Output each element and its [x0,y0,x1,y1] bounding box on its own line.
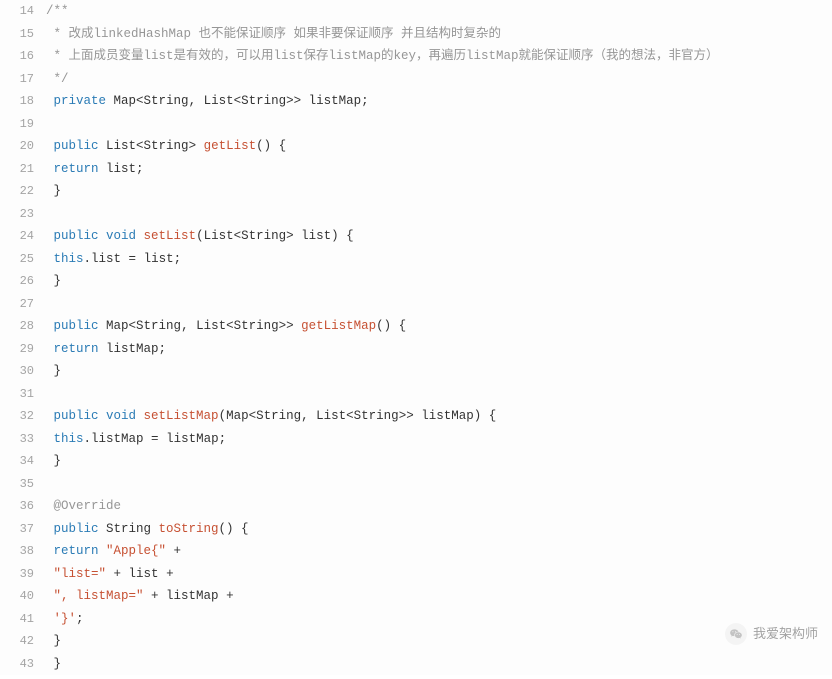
code-line: } [46,630,832,653]
code-line: } [46,270,832,293]
line-number: 30 [0,360,34,383]
line-number: 39 [0,563,34,586]
watermark: 我爱架构师 [725,623,818,646]
line-number: 37 [0,518,34,541]
code-line: public void setList(List<String> list) { [46,225,832,248]
line-number: 20 [0,135,34,158]
line-number: 43 [0,653,34,676]
line-number: 22 [0,180,34,203]
line-number: 24 [0,225,34,248]
watermark-label: 我爱架构师 [753,623,818,646]
code-line: return list; [46,158,832,181]
line-number: 40 [0,585,34,608]
line-number: 33 [0,428,34,451]
line-number: 35 [0,473,34,496]
code-line: @Override [46,495,832,518]
code-line: * 改成linkedHashMap 也不能保证顺序 如果非要保证顺序 并且结构时… [46,23,832,46]
line-number: 25 [0,248,34,271]
wechat-icon [725,623,747,645]
code-line: public void setListMap(Map<String, List<… [46,405,832,428]
code-line: '}'; [46,608,832,631]
line-number: 29 [0,338,34,361]
line-number: 41 [0,608,34,631]
line-number: 19 [0,113,34,136]
line-number: 14 [0,0,34,23]
code-block: 1415161718192021222324252627282930313233… [0,0,832,675]
code-line: */ [46,68,832,91]
code-line: public List<String> getList() { [46,135,832,158]
line-number-gutter: 1415161718192021222324252627282930313233… [0,0,40,675]
line-number: 18 [0,90,34,113]
code-line [46,473,832,496]
line-number: 16 [0,45,34,68]
line-number: 34 [0,450,34,473]
line-number: 17 [0,68,34,91]
code-line [46,293,832,316]
code-line: public Map<String, List<String>> getList… [46,315,832,338]
line-number: 26 [0,270,34,293]
line-number: 31 [0,383,34,406]
line-number: 15 [0,23,34,46]
code-line: } [46,653,832,676]
code-line: * 上面成员变量list是有效的，可以用list保存listMap的key，再遍… [46,45,832,68]
code-line [46,113,832,136]
code-line: private Map<String, List<String>> listMa… [46,90,832,113]
code-line: /** [46,0,832,23]
line-number: 32 [0,405,34,428]
line-number: 23 [0,203,34,226]
code-line: ", listMap=" + listMap + [46,585,832,608]
code-line: return "Apple{" + [46,540,832,563]
code-line: this.listMap = listMap; [46,428,832,451]
code-line [46,383,832,406]
code-line: } [46,360,832,383]
line-number: 42 [0,630,34,653]
line-number: 38 [0,540,34,563]
line-number: 21 [0,158,34,181]
code-content: /** * 改成linkedHashMap 也不能保证顺序 如果非要保证顺序 并… [40,0,832,675]
code-line: return listMap; [46,338,832,361]
code-line: this.list = list; [46,248,832,271]
line-number: 36 [0,495,34,518]
code-line [46,203,832,226]
line-number: 27 [0,293,34,316]
code-line: "list=" + list + [46,563,832,586]
code-line: } [46,180,832,203]
code-line: } [46,450,832,473]
line-number: 28 [0,315,34,338]
code-line: public String toString() { [46,518,832,541]
